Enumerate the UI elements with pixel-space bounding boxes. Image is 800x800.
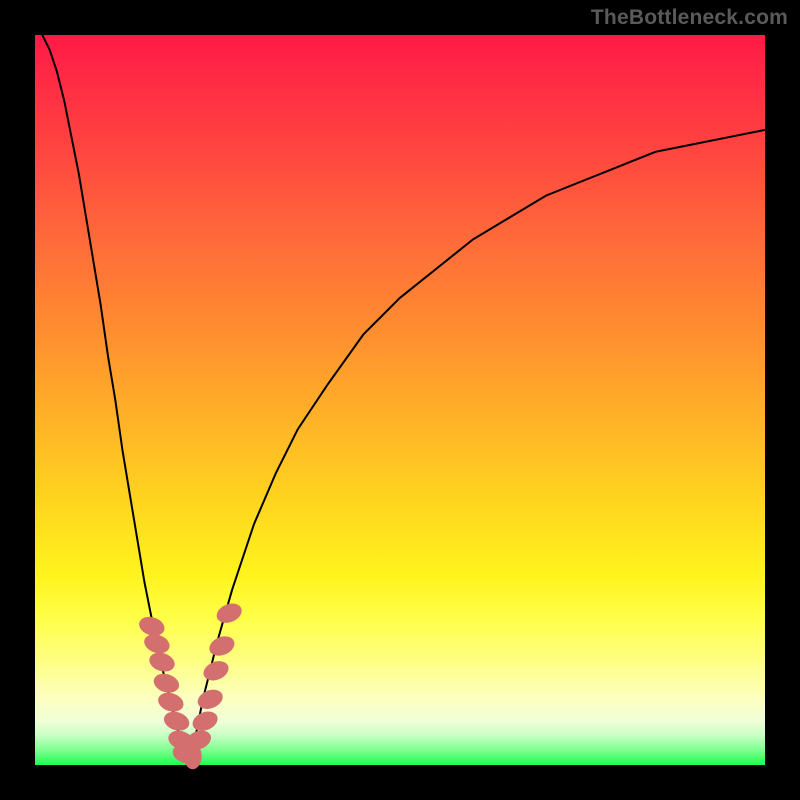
marker-bead xyxy=(151,671,181,696)
marker-bead xyxy=(190,708,221,734)
marker-bead xyxy=(161,709,191,734)
marker-bead xyxy=(201,658,232,684)
marker-bead xyxy=(156,690,186,715)
marker-bead xyxy=(142,631,172,656)
attribution-label: TheBottleneck.com xyxy=(591,6,788,30)
curve-right xyxy=(188,130,765,765)
marker-bead xyxy=(195,686,226,712)
plot-area xyxy=(35,35,765,765)
marker-bead xyxy=(147,650,177,675)
marker-group xyxy=(137,600,245,769)
outer-frame: TheBottleneck.com xyxy=(0,0,800,800)
marker-bead xyxy=(214,600,245,626)
curve-group xyxy=(42,35,765,765)
chart-svg xyxy=(35,35,765,765)
marker-bead xyxy=(206,633,237,659)
